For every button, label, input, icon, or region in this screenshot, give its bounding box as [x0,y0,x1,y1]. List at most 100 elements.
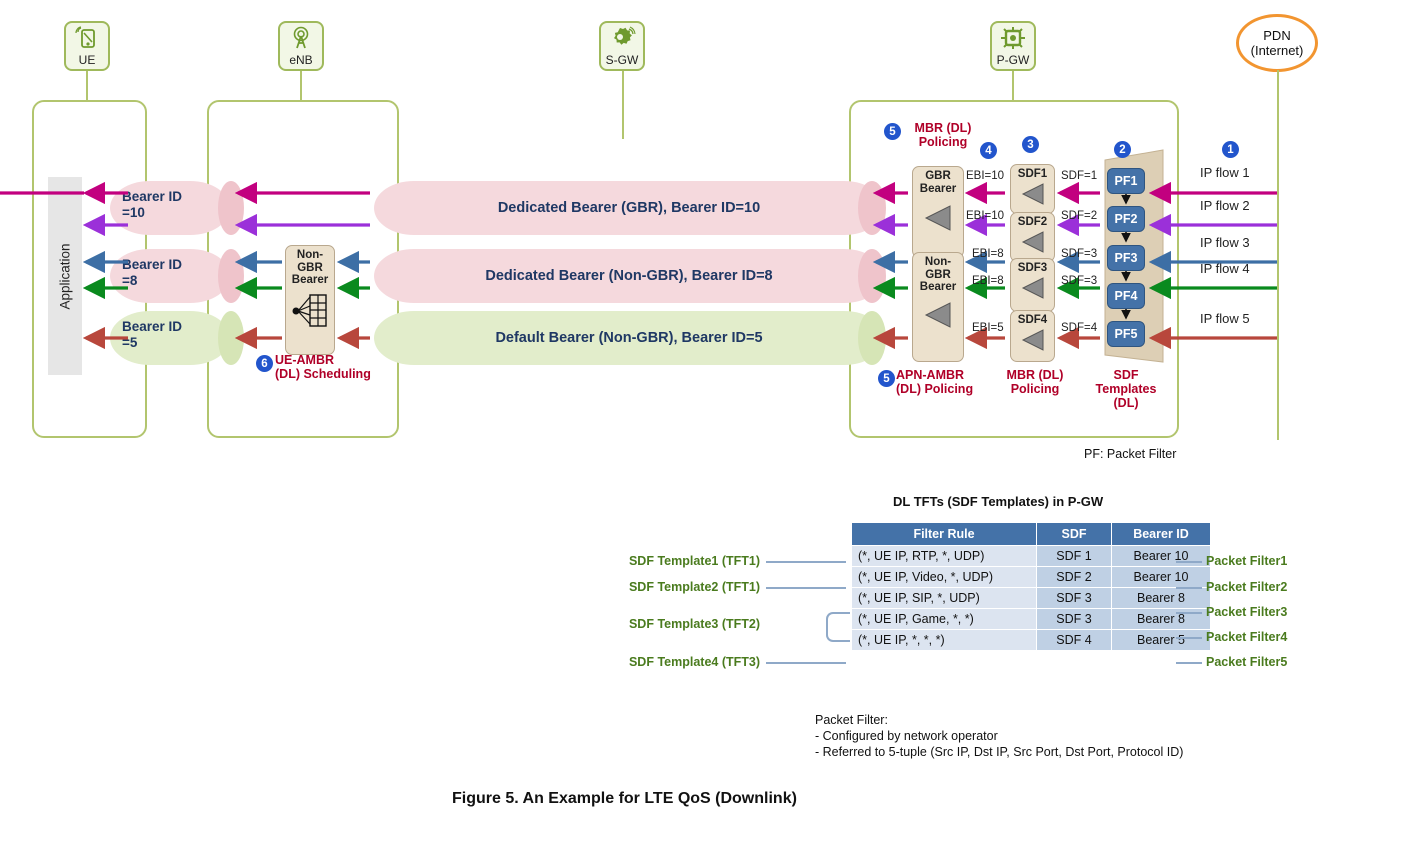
funnel-icon-sdf1 [1019,181,1047,211]
sdf-box-1: SDF1 [1010,164,1055,214]
pf2-label: PF2 [1114,212,1138,226]
table-title: DL TFTs (SDF Templates) in P-GW [893,494,1104,509]
node-enb: eNB [278,21,324,71]
antenna-tower-icon [280,23,322,53]
node-label-sgw: S-GW [605,53,639,67]
funnel-triangle-icon-2 [922,300,954,334]
table-header-row: Filter Rule SDF Bearer ID [851,522,1211,546]
cell-rule-1: (*, UE IP, RTP, *, UDP) [851,545,1037,567]
bearer-tube-default-cap [858,311,886,365]
node-label-pgw: P-GW [996,53,1030,67]
table-row: (*, UE IP, SIP, *, UDP) SDF 3 Bearer 8 [851,587,1211,609]
sdf-templates-l2: Templates [1095,382,1157,396]
packet-filter-label-5: Packet Filter5 [1206,655,1288,669]
funnel-icon-sdf2 [1019,229,1047,259]
table-row: (*, UE IP, RTP, *, UDP) SDF 1 Bearer 10 [851,545,1211,567]
sdf-edge-label-5: SDF=4 [1061,322,1098,334]
sdf-template-label-2: SDF Template2 (TFT1) [628,580,760,594]
pf1-label: PF1 [1114,174,1138,188]
step-circle-2: 2 [1114,141,1131,158]
table-row: (*, UE IP, *, *, *) SDF 4 Bearer 5 [851,629,1211,651]
pgw-nongbr-bearer-box: Non- GBR Bearer [912,252,964,362]
bearer-tube-cap-8 [218,249,244,303]
step-circle-6: 6 [256,355,273,372]
bearer-id-tube-8: Bearer ID =8 [110,249,230,303]
cell-rule-3: (*, UE IP, SIP, *, UDP) [851,587,1037,609]
funnel-icon-sdf4 [1019,327,1047,357]
dropline-enb [300,71,302,101]
sdf-box-3-label: SDF3 [1017,262,1048,274]
bearer-id-label-8-l2: =8 [122,273,138,288]
pdn-label-line1: PDN [1263,28,1291,43]
connector-right-3 [1176,612,1202,614]
dropline-pdn [1277,70,1279,440]
enb-box-l3: Bearer [291,274,329,286]
enb-box-l2: GBR [297,261,323,274]
cell-bearer-5: Bearer 5 [1111,629,1211,651]
connector-right-4 [1176,637,1202,639]
node-ue: UE [64,21,110,71]
network-router-icon [992,23,1034,53]
sdf-template-label-4: SDF Template4 (TFT3) [628,655,760,669]
packet-filter-label-3: Packet Filter3 [1206,605,1288,619]
ebi-label-1: EBI=10 [966,170,1005,182]
table-row: (*, UE IP, Video, *, UDP) SDF 2 Bearer 1… [851,566,1211,588]
apn-ambr-l1: APN-AMBR [896,368,965,382]
connector-right-2 [1176,587,1202,589]
bearer-tube-gbr-cap [858,181,886,235]
bearer-tube-default: Default Bearer (Non-GBR), Bearer ID=5 [374,311,884,365]
scheduler-icon [292,289,328,333]
bearer-tube-gbr-label: Dedicated Bearer (GBR), Bearer ID=10 [497,200,761,216]
sdf-templates-l1: SDF [1113,368,1139,382]
connector-left-brace-3 [826,612,850,642]
ip-flow-label-3: IP flow 3 [1200,235,1250,250]
packet-filter-pf1: PF1 [1107,168,1145,194]
bearer-id-label-8-l1: Bearer ID [122,257,183,272]
ue-ambr-l2: (DL) Scheduling [275,367,371,381]
ip-flow-label-2: IP flow 2 [1200,198,1250,213]
cell-rule-4: (*, UE IP, Game, *, *) [851,608,1037,630]
bearer-tube-nongbr-cap [858,249,886,303]
mbr-dl-policing-bottom-l2: Policing [1010,382,1060,396]
pf5-label: PF5 [1114,327,1138,341]
packet-filter-label-4: Packet Filter4 [1206,630,1288,644]
sdf-edge-label-4: SDF=3 [1061,275,1098,287]
cell-sdf-4: SDF 3 [1036,608,1112,630]
pgw-nongbr-l2: GBR [925,268,951,281]
ebi-label-4: EBI=8 [972,275,1004,287]
enb-nongbr-bearer-box: Non- GBR Bearer [285,245,335,355]
ue-ambr-l1: UE-AMBR [275,353,335,367]
table-header-filter-rule: Filter Rule [851,522,1037,546]
packet-filter-label-2: Packet Filter2 [1206,580,1288,594]
application-block: Application [48,177,82,375]
figure-caption: Figure 5. An Example for LTE QoS (Downli… [452,790,797,807]
ip-flow-label-1: IP flow 1 [1200,165,1250,180]
sdf-edge-label-3: SDF=3 [1061,248,1098,260]
mbr-dl-policing-top-l1: MBR (DL) [914,121,972,135]
table-header-sdf: SDF [1036,522,1112,546]
pdn-cloud: PDN (Internet) [1236,14,1318,72]
node-label-ue: UE [78,53,96,67]
ip-flow-label-5: IP flow 5 [1200,311,1250,326]
ebi-label-3: EBI=8 [972,248,1004,260]
bearer-id-tube-10: Bearer ID =10 [110,181,230,235]
funnel-triangle-icon [922,203,954,237]
cell-rule-5: (*, UE IP, *, *, *) [851,629,1037,651]
node-sgw: S-GW [599,21,645,71]
packet-filter-pf3: PF3 [1107,245,1145,271]
sdf-templates-l3: (DL) [1113,396,1139,410]
ebi-label-2: EBI=10 [966,210,1005,222]
pgw-gbr-l1: GBR [925,170,951,182]
pgw-nongbr-l1: Non- [924,256,952,268]
packet-filter-pf4: PF4 [1107,283,1145,309]
sdf-box-4: SDF4 [1010,310,1055,362]
connector-left-2 [766,587,846,589]
table-row: (*, UE IP, Game, *, *) SDF 3 Bearer 8 [851,608,1211,630]
cell-sdf-5: SDF 4 [1036,629,1112,651]
pgw-gbr-l2: Bearer [919,182,957,195]
sdf-box-1-label: SDF1 [1017,168,1048,180]
pdn-label-line2: (Internet) [1250,43,1304,58]
pgw-nongbr-l3: Bearer [919,281,957,293]
step-circle-1: 1 [1222,141,1239,158]
packet-filter-pf2: PF2 [1107,206,1145,232]
